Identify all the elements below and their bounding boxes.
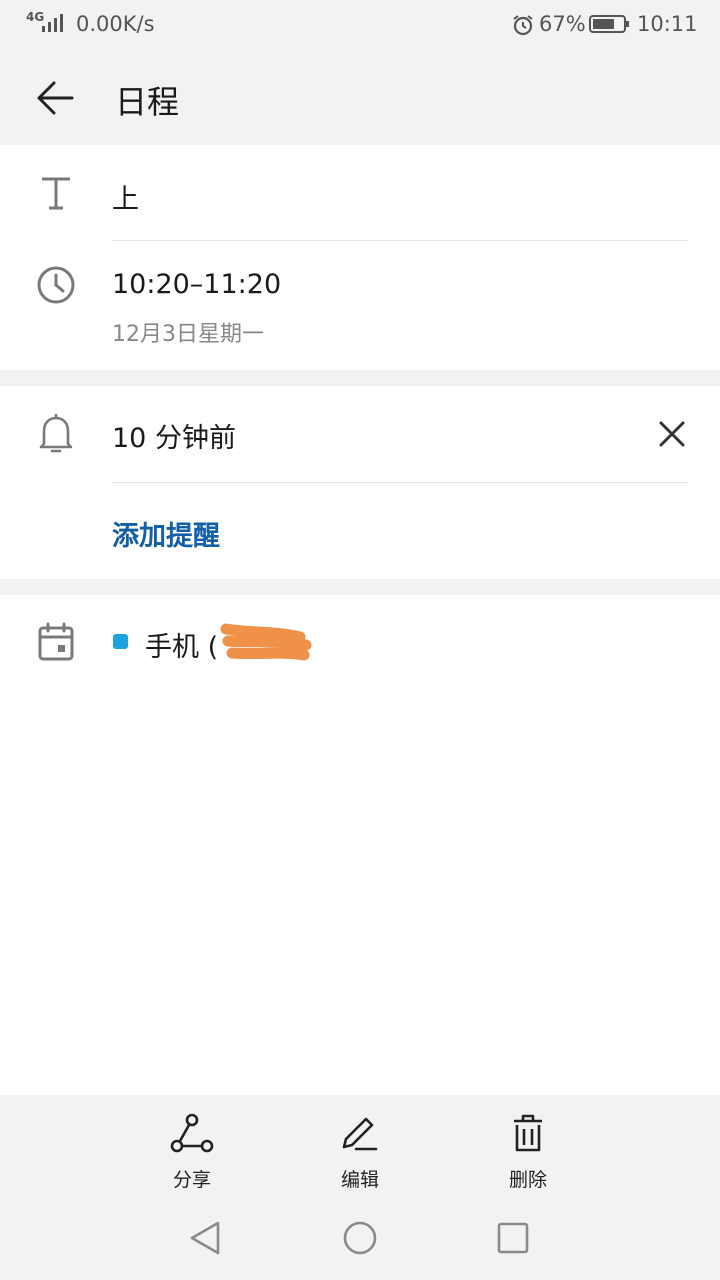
- delete-button[interactable]: 删除: [473, 1113, 583, 1192]
- share-label: 分享: [172, 1169, 211, 1191]
- edit-button[interactable]: 编辑: [305, 1113, 415, 1192]
- signal-icon: [42, 14, 63, 32]
- bottom-action-bar: 分享 编辑 删除: [0, 1095, 720, 1203]
- alarm-icon: [513, 15, 533, 36]
- add-reminder-link[interactable]: 添加提醒: [112, 514, 220, 553]
- network-speed: 0.00K/s: [76, 12, 155, 36]
- edit-pencil-icon: [342, 1117, 378, 1151]
- divider: [112, 482, 688, 483]
- bell-icon: [39, 413, 73, 453]
- app-bar: 日程: [0, 50, 720, 145]
- redaction-scribble: [220, 623, 312, 661]
- status-bar: 4G 0.00K/s 67% 10:11: [0, 0, 720, 50]
- system-nav-bar: [0, 1203, 720, 1280]
- event-card: 上 10:20–11:20 12月3日星期一: [0, 145, 720, 370]
- event-date: 12月3日星期一: [112, 322, 264, 347]
- back-arrow-icon[interactable]: [34, 78, 76, 118]
- calendar-card: 手机 (: [0, 595, 720, 1095]
- delete-label: 删除: [508, 1169, 547, 1191]
- edit-label: 编辑: [340, 1169, 379, 1191]
- reminder-card: 10 分钟前 添加提醒: [0, 386, 720, 579]
- nav-back-icon[interactable]: [188, 1219, 222, 1257]
- event-title[interactable]: 上: [112, 177, 139, 216]
- text-icon: [42, 177, 70, 210]
- share-icon: [170, 1113, 214, 1153]
- share-button[interactable]: 分享: [137, 1113, 247, 1192]
- divider: [112, 240, 688, 241]
- calendar-color-dot: [113, 634, 128, 649]
- page-title: 日程: [115, 83, 180, 121]
- calendar-account: 手机 (: [145, 632, 219, 663]
- clock-icon: [37, 266, 75, 304]
- nav-recents-icon[interactable]: [496, 1221, 530, 1255]
- calendar-icon: [38, 622, 74, 661]
- clock: 10:11: [637, 12, 698, 36]
- trash-icon: [514, 1114, 542, 1152]
- battery-percent: 67%: [539, 12, 586, 36]
- nav-home-icon[interactable]: [342, 1220, 378, 1256]
- battery-icon: [589, 15, 629, 33]
- event-time-range[interactable]: 10:20–11:20: [112, 269, 281, 300]
- reminder-value[interactable]: 10 分钟前: [112, 416, 236, 455]
- close-icon[interactable]: [657, 419, 687, 449]
